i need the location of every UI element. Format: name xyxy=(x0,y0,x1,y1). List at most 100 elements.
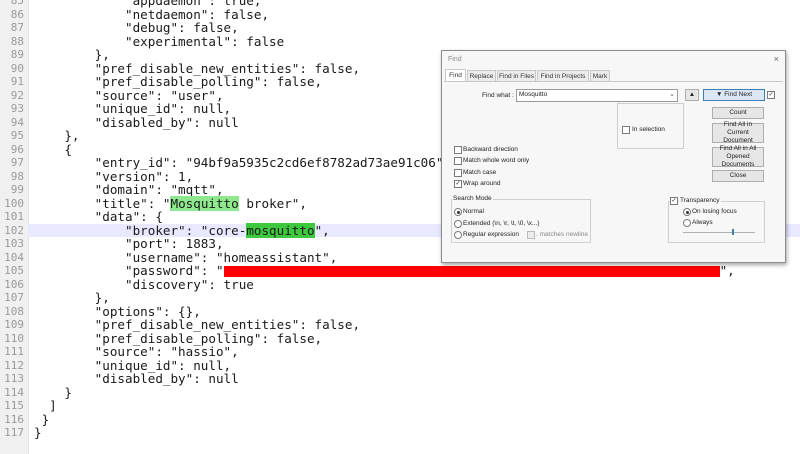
line-number: 97 xyxy=(10,156,24,169)
code-line: "netdaemon": false, xyxy=(34,7,269,22)
whole-word-checkbox[interactable] xyxy=(454,157,462,165)
code-line: "port": 1883, xyxy=(34,237,224,251)
line-number: 104 xyxy=(4,250,24,264)
mode-extended-radio[interactable] xyxy=(454,220,462,228)
backward-direction-label: Backward direction xyxy=(463,146,518,153)
transparency-slider-track[interactable] xyxy=(683,229,755,235)
wrap-around-checkbox[interactable]: ✓ xyxy=(454,180,462,188)
code-line: "pref_disable_new_entities": false, xyxy=(34,61,360,76)
find-what-input[interactable]: Mosquitto ⌄ xyxy=(516,89,678,102)
line-number: 105 xyxy=(4,264,24,277)
on-losing-focus-radio[interactable] xyxy=(683,208,691,216)
code-line: "unique_id": null, xyxy=(34,102,231,116)
always-radio[interactable] xyxy=(683,219,691,227)
line-number: 114 xyxy=(4,385,24,399)
code-text: ", xyxy=(719,263,735,278)
code-line: ] xyxy=(34,399,57,413)
in-selection-label: In selection xyxy=(632,126,665,133)
line-number: 108 xyxy=(4,304,24,318)
find-next-button[interactable]: ▼ Find Next xyxy=(703,89,765,101)
search-match: Mosquitto xyxy=(170,195,239,211)
code-line: "pref_disable_polling": false, xyxy=(34,75,322,89)
code-line: "disabled_by": null xyxy=(34,372,239,386)
code-line: } xyxy=(34,412,50,427)
backward-direction-checkbox[interactable] xyxy=(454,146,462,154)
code-line: "source": "hassio", xyxy=(34,345,239,359)
line-number: 110 xyxy=(4,331,24,345)
mode-extended-label: Extended (\n, \r, \t, \0, \x...) xyxy=(463,220,540,227)
code-line: "experimental": false xyxy=(34,34,284,49)
chevron-down-icon[interactable]: ⌄ xyxy=(669,90,675,98)
search-mode-title: Search Mode xyxy=(452,195,493,202)
find-what-label: Find what : xyxy=(482,92,514,99)
line-number: 111 xyxy=(4,345,24,358)
code-line: "unique_id": null, xyxy=(34,358,231,373)
code-line: }, xyxy=(34,48,110,62)
line-number: 93 xyxy=(10,102,24,115)
count-button[interactable]: Count xyxy=(712,107,764,119)
code-line: "username": "homeassistant", xyxy=(34,250,337,265)
close-button[interactable]: Close xyxy=(712,170,764,182)
redacted-password-bar xyxy=(223,266,720,277)
line-number: 100 xyxy=(4,196,24,210)
line-number: 112 xyxy=(4,358,24,372)
code-text: } xyxy=(34,425,42,440)
whole-word-label: Match whole word only xyxy=(463,157,530,164)
line-number: 117 xyxy=(4,426,24,439)
find-all-current-button[interactable]: Find All in Current Document xyxy=(712,121,764,144)
transparency-checkbox[interactable]: ✓ xyxy=(670,197,678,205)
code-line: "title": "Mosquitto broker", xyxy=(34,195,307,211)
wrap-around-label: Wrap around xyxy=(463,180,501,187)
transparency-label: Transparency xyxy=(679,197,721,204)
line-number: 94 xyxy=(10,115,24,129)
code-line: "data": { xyxy=(34,210,163,224)
code-line: "pref_disable_polling": false, xyxy=(34,331,322,346)
find-all-opened-button[interactable]: Find All in All Opened Documents xyxy=(712,145,764,168)
line-number: 102 xyxy=(4,223,24,237)
line-number: 86 xyxy=(10,7,24,21)
line-number: 90 xyxy=(10,61,24,75)
line-number: 115 xyxy=(4,399,24,412)
line-number: 88 xyxy=(10,34,24,48)
mode-regex-radio[interactable] xyxy=(454,231,462,239)
code-line: } xyxy=(34,426,42,440)
match-case-label: Match case xyxy=(463,169,497,176)
line-number: 99 xyxy=(10,183,24,196)
code-line: } xyxy=(34,385,72,400)
on-losing-focus-label: On losing focus xyxy=(692,208,737,215)
matches-newline-checkbox[interactable] xyxy=(527,231,535,239)
code-text: broker", xyxy=(238,195,307,211)
find-previous-button[interactable]: ▲ xyxy=(685,89,699,101)
find-dialog: Find × Find Replace Find in Files Find i… xyxy=(441,50,786,263)
dialog-title: Find xyxy=(448,56,462,63)
code-line: "disabled_by": null xyxy=(34,115,239,130)
line-number: 98 xyxy=(10,169,24,183)
line-number: 92 xyxy=(10,88,24,102)
line-number: 113 xyxy=(4,372,24,385)
code-line: }, xyxy=(34,291,110,305)
code-text: ", xyxy=(314,222,330,238)
tab-divider xyxy=(444,81,783,82)
find-next-toggle-checkbox[interactable]: ✓ xyxy=(767,91,775,99)
code-line: "discovery": true xyxy=(34,277,254,292)
line-number: 96 xyxy=(10,142,24,156)
line-number: 109 xyxy=(4,318,24,331)
mode-normal-radio[interactable] xyxy=(454,208,462,216)
find-what-value: Mosquitto xyxy=(519,91,548,98)
match-case-checkbox[interactable] xyxy=(454,169,462,177)
code-line: "debug": false, xyxy=(34,21,239,35)
line-number: 87 xyxy=(10,21,24,34)
close-icon[interactable]: × xyxy=(774,54,779,64)
line-number: 85 xyxy=(10,0,24,7)
transparency-slider-thumb[interactable] xyxy=(732,229,735,235)
line-number: 89 xyxy=(10,48,24,61)
code-line: "source": "user", xyxy=(34,88,224,103)
line-number: 101 xyxy=(4,210,24,223)
current-search-match: mosquitto xyxy=(246,222,315,238)
in-selection-checkbox[interactable] xyxy=(622,126,630,134)
code-line: { xyxy=(34,142,72,157)
line-number: 106 xyxy=(4,277,24,291)
code-line: "password": " ", xyxy=(34,264,735,278)
code-line: "version": 1, xyxy=(34,169,194,184)
line-number: 95 xyxy=(10,129,24,142)
